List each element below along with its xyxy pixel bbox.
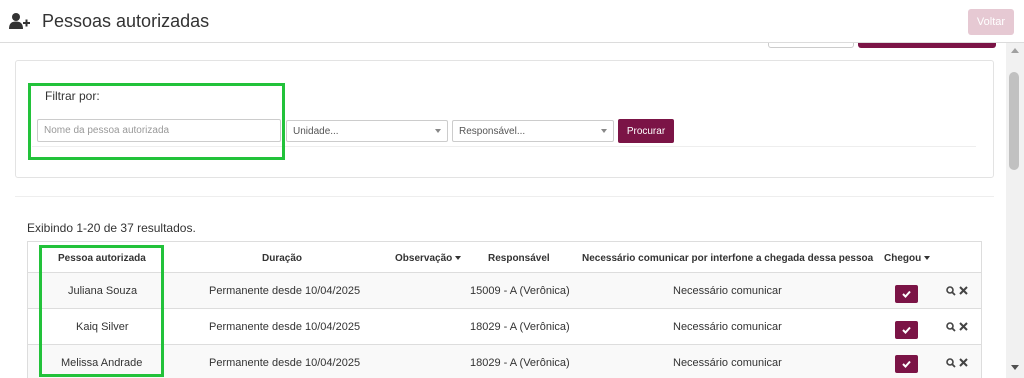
close-icon[interactable] (959, 286, 968, 295)
responsavel-select[interactable]: Responsável... (452, 120, 614, 142)
chevron-down-icon (435, 129, 441, 133)
close-icon[interactable] (959, 322, 968, 331)
back-button[interactable]: Voltar (968, 9, 1014, 35)
results-summary: Exibindo 1-20 de 37 resultados. (27, 221, 196, 235)
column-header-duracao[interactable]: Duração (262, 253, 302, 264)
search-icon[interactable] (946, 286, 956, 296)
cell-comunicar: Necessário comunicar (673, 357, 782, 369)
close-icon[interactable] (959, 358, 968, 367)
check-icon (902, 360, 911, 368)
user-add-icon (9, 13, 30, 29)
toolbar-button-partial[interactable] (768, 43, 854, 48)
cell-duracao: Permanente desde 10/04/2025 (209, 357, 361, 369)
cell-comunicar: Necessário comunicar (673, 285, 782, 297)
cell-comunicar: Necessário comunicar (673, 321, 782, 333)
column-header-chegou[interactable]: Chegou (884, 253, 931, 264)
table-row: Juliana Souza Permanente desde 10/04/202… (28, 272, 981, 308)
search-button[interactable]: Procurar (618, 119, 674, 143)
check-icon (902, 290, 911, 298)
table-row: Kaiq Silver Permanente desde 10/04/2025 … (28, 308, 981, 344)
row-actions (946, 358, 968, 368)
cell-responsavel: 18029 - A (Verônica) (470, 321, 570, 333)
scroll-up-arrow-icon[interactable] (1011, 48, 1019, 53)
page-title: Pessoas autorizadas (42, 11, 210, 31)
toolbar-primary-button-partial[interactable] (858, 43, 996, 48)
cell-duracao: Permanente desde 10/04/2025 (209, 285, 361, 297)
unidade-select-label: Unidade... (293, 126, 339, 137)
cell-responsavel: 18029 - A (Verônica) (470, 357, 570, 369)
responsavel-select-label: Responsável... (459, 126, 526, 137)
column-header-responsavel[interactable]: Responsável (488, 253, 550, 264)
arrived-check-button[interactable] (895, 285, 918, 303)
chevron-down-icon (601, 129, 607, 133)
arrived-check-button[interactable] (895, 355, 918, 373)
column-header-comunicar[interactable]: Necessário comunicar por interfone a che… (582, 253, 873, 264)
divider (15, 196, 994, 197)
column-header-observacao[interactable]: Observação (395, 253, 462, 264)
table-row: Melissa Andrade Permanente desde 10/04/2… (28, 344, 981, 378)
search-icon[interactable] (946, 358, 956, 368)
highlight-filter-box (28, 83, 285, 160)
unidade-select[interactable]: Unidade... (286, 120, 448, 142)
scrollbar-thumb[interactable] (1009, 72, 1019, 170)
sort-caret-icon (455, 256, 462, 261)
row-actions (946, 286, 968, 296)
arrived-check-button[interactable] (895, 321, 918, 339)
scroll-down-arrow-icon[interactable] (1011, 365, 1019, 370)
search-icon[interactable] (946, 322, 956, 332)
sort-caret-icon (924, 256, 931, 261)
row-actions (946, 322, 968, 332)
page-header: Pessoas autorizadas Voltar (0, 0, 1024, 43)
cell-duracao: Permanente desde 10/04/2025 (209, 321, 361, 333)
highlight-name-column-box (39, 245, 164, 377)
check-icon (902, 326, 911, 334)
cell-responsavel: 15009 - A (Verônica) (470, 285, 570, 297)
